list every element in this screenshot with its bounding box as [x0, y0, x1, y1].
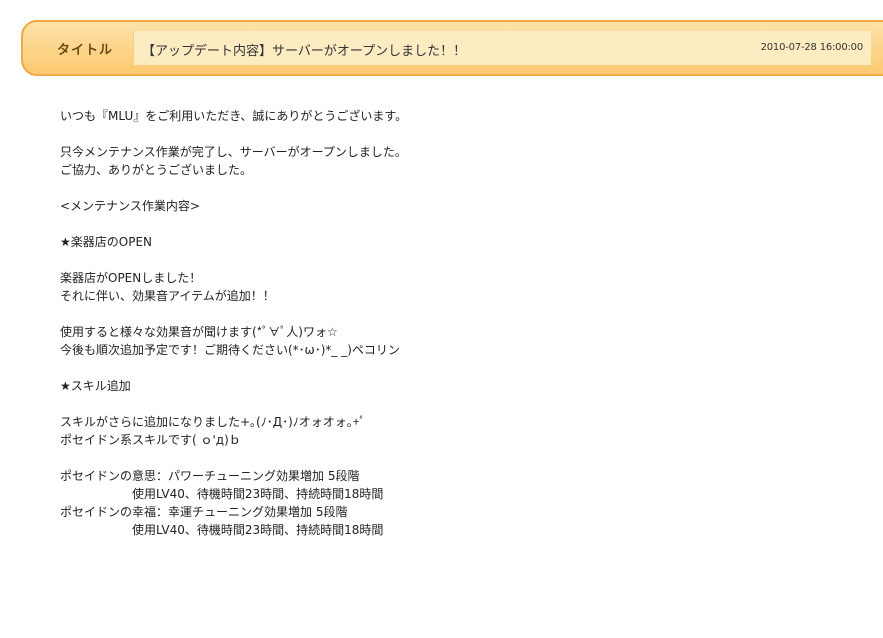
- body-text: 使用すると様々な効果音が聞けます(*ﾟ∀ﾟ人)ワォ☆: [60, 325, 338, 339]
- body-text: スキルがさらに追加になりました+｡(ﾉ･Д･)ﾉオォオォ｡+ﾟ: [60, 415, 366, 429]
- post-body: いつも『MLU』をご利用いただき、誠にありがとうございます。 只今メンテナンス作…: [60, 107, 860, 539]
- body-text: ご協力、ありがとうございました。: [60, 163, 253, 177]
- post-title: 【アップデート内容】サーバーがオープンしました！！: [142, 44, 467, 59]
- skill-detail: 使用LV40、待機時間23時間、持続時間18時間: [132, 487, 384, 501]
- body-text: 楽器店がOPENしました！: [60, 271, 202, 285]
- post-date: 2010-07-28 16:00:00: [760, 42, 864, 53]
- body-text: 只今メンテナンス作業が完了し、サーバーがオープンしました。: [60, 145, 407, 159]
- section-heading: <メンテナンス作業内容>: [60, 199, 200, 213]
- section-heading: ★楽器店のOPEN: [60, 235, 152, 249]
- section-heading: ★スキル追加: [60, 379, 131, 393]
- body-text: 今後も順次追加予定です！ご期待ください(*･ω･)*_ _)ペコリン: [60, 343, 400, 357]
- body-text: それに伴い、効果音アイテムが追加！！: [60, 289, 275, 303]
- greeting-text: いつも『MLU』をご利用いただき、誠にありがとうございます。: [60, 109, 408, 123]
- body-text: ポセイドン系スキルです( ｏ'д)ｂ: [60, 433, 241, 447]
- skill-detail: 使用LV40、待機時間23時間、持続時間18時間: [132, 523, 384, 537]
- title-field: 【アップデート内容】サーバーがオープンしました！！ 2010-07-28 16:…: [133, 31, 871, 65]
- title-bar: タイトル 【アップデート内容】サーバーがオープンしました！！ 2010-07-2…: [21, 20, 883, 76]
- title-label: タイトル: [57, 43, 114, 58]
- skill-name: ポセイドンの意思：パワーチューニング効果増加 5段階: [60, 469, 360, 483]
- skill-name: ポセイドンの幸福：幸運チューニング効果増加 5段階: [60, 505, 348, 519]
